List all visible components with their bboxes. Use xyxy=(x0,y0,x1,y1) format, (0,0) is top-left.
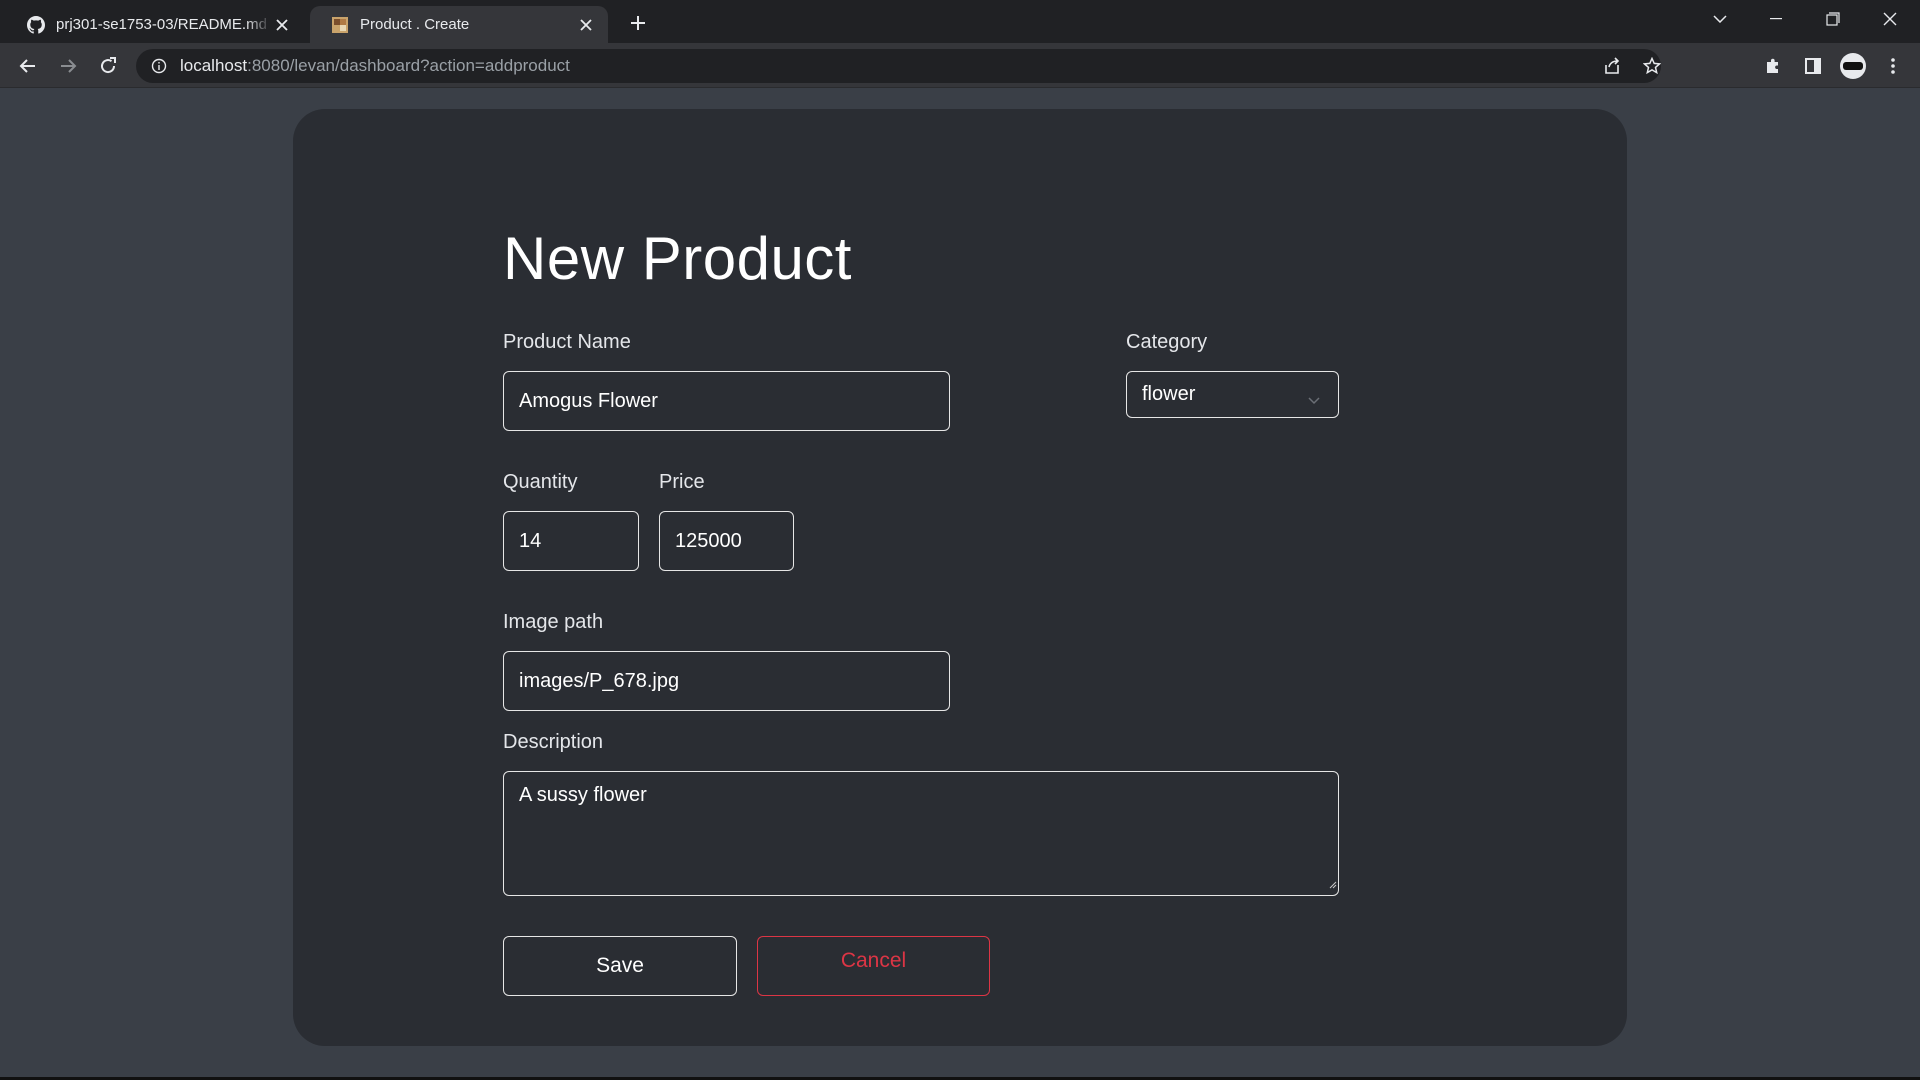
site-info-icon[interactable] xyxy=(150,57,168,75)
description-textarea[interactable]: A sussy flower xyxy=(503,771,1339,896)
category-select[interactable]: flower xyxy=(1126,371,1339,418)
forward-arrow-icon[interactable] xyxy=(52,50,84,82)
url-path: :8080/levan/dashboard?action=addproduct xyxy=(247,56,570,75)
save-button[interactable]: Save xyxy=(503,936,737,996)
page-viewport: New Product Product Name Category flower… xyxy=(0,89,1920,1077)
quantity-input[interactable] xyxy=(503,511,639,571)
category-selected-value: flower xyxy=(1142,383,1196,405)
product-name-input[interactable] xyxy=(503,371,950,431)
tab-title: Product . Create xyxy=(360,16,470,33)
new-tab-plus-icon[interactable] xyxy=(624,9,652,37)
browser-toolbar: localhost:8080/levan/dashboard?action=ad… xyxy=(0,43,1920,88)
extensions-puzzle-icon[interactable] xyxy=(1757,50,1789,82)
github-icon xyxy=(26,15,46,35)
browser-tab-strip: prj301-se1753-03/README.md at Product . … xyxy=(0,0,1920,43)
close-window-icon[interactable] xyxy=(1862,0,1918,38)
product-name-label: Product Name xyxy=(503,331,631,353)
tab-title: prj301-se1753-03/README.md at xyxy=(56,16,272,33)
browser-tab-product-create[interactable]: Product . Create xyxy=(310,6,608,43)
image-path-label: Image path xyxy=(503,611,604,633)
url-text: localhost:8080/levan/dashboard?action=ad… xyxy=(180,56,570,76)
back-arrow-icon[interactable] xyxy=(12,50,44,82)
address-bar[interactable]: localhost:8080/levan/dashboard?action=ad… xyxy=(136,49,1661,83)
site-favicon-icon xyxy=(330,15,350,35)
price-label: Price xyxy=(659,471,705,493)
product-form-card: New Product Product Name Category flower… xyxy=(293,109,1627,1046)
quantity-label: Quantity xyxy=(503,471,578,493)
minimize-icon[interactable] xyxy=(1748,0,1804,38)
restore-icon[interactable] xyxy=(1805,0,1861,38)
kebab-menu-icon[interactable] xyxy=(1877,50,1909,82)
side-panel-icon[interactable] xyxy=(1797,50,1829,82)
price-input[interactable] xyxy=(659,511,794,571)
bookmark-star-icon[interactable] xyxy=(1635,49,1669,83)
avatar xyxy=(1840,53,1866,79)
profile-avatar[interactable] xyxy=(1837,50,1869,82)
tab-search-chevron-down-icon[interactable] xyxy=(1692,0,1748,38)
browser-tab-readme[interactable]: prj301-se1753-03/README.md at xyxy=(6,6,304,43)
share-icon[interactable] xyxy=(1595,49,1629,83)
description-label: Description xyxy=(503,731,604,753)
url-host: localhost xyxy=(180,56,248,75)
image-path-input[interactable] xyxy=(503,651,950,711)
chevron-down-icon xyxy=(1308,388,1320,411)
description-wrapper: A sussy flower xyxy=(503,771,1339,896)
resize-grip-icon[interactable] xyxy=(1327,876,1337,894)
page-title: New Product xyxy=(503,225,852,292)
category-label: Category xyxy=(1126,331,1208,353)
close-tab-icon[interactable] xyxy=(576,15,596,35)
cancel-button[interactable]: Cancel xyxy=(757,936,990,996)
close-tab-icon[interactable] xyxy=(272,15,292,35)
reload-icon[interactable] xyxy=(92,50,124,82)
